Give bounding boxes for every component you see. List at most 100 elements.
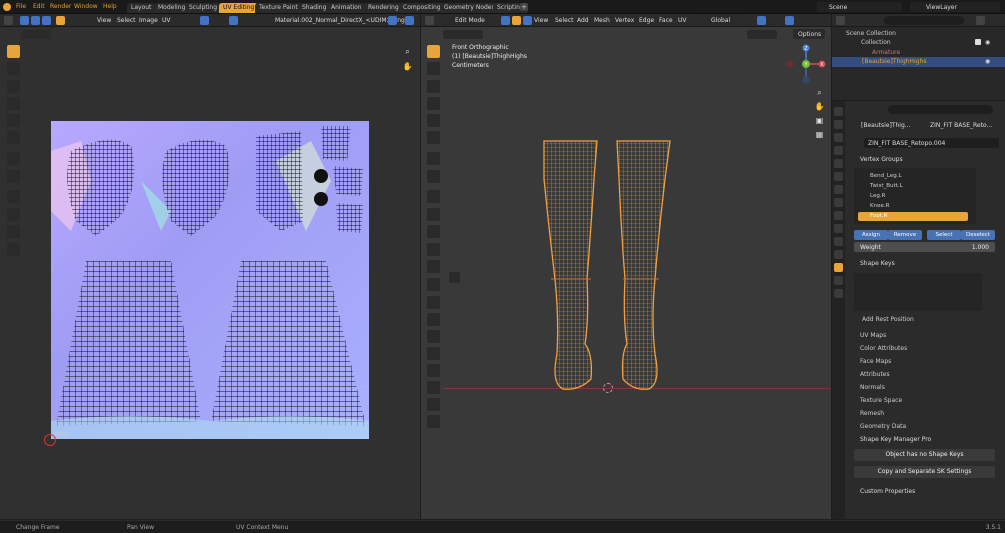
section-geometry-data[interactable]: Geometry Data xyxy=(860,423,906,430)
zoom-icon[interactable]: ⌕ xyxy=(401,45,414,58)
vp-menu-mesh[interactable]: Mesh xyxy=(594,17,610,24)
vp-menu-view[interactable]: View xyxy=(534,17,548,24)
viewport-pan-icon[interactable]: ✋ xyxy=(813,100,826,113)
outliner-thighhighs[interactable]: [Beautsie]ThighHighs xyxy=(862,56,926,68)
constraints-tab-icon[interactable] xyxy=(834,250,843,259)
vp-cursor-tool-icon[interactable] xyxy=(427,62,440,75)
uv-menu-view[interactable]: View xyxy=(97,17,111,24)
vp-menu-edge[interactable]: Edge xyxy=(639,17,654,24)
vertex-group-item[interactable]: Knee.R xyxy=(858,202,968,211)
vp-menu-face[interactable]: Face xyxy=(659,17,673,24)
vp-menu-uv[interactable]: UV xyxy=(678,17,687,24)
vp-knife-icon[interactable] xyxy=(427,278,440,291)
data-tab-icon[interactable] xyxy=(834,263,843,272)
vp-spin-icon[interactable] xyxy=(427,313,440,326)
camera-view-icon[interactable]: ▣ xyxy=(813,114,826,127)
properties-search-input[interactable] xyxy=(888,105,993,114)
cursor-tool-icon[interactable] xyxy=(7,62,20,75)
uv-menu-uv[interactable]: UV xyxy=(162,17,171,24)
vp-rip-icon[interactable] xyxy=(427,381,440,394)
sticky-select-icon[interactable] xyxy=(56,16,65,25)
sidebar-toggle-icon[interactable] xyxy=(449,272,460,283)
rip-tool-icon[interactable] xyxy=(7,170,20,183)
collection-checkbox[interactable] xyxy=(975,39,981,45)
rotate-tool-icon[interactable] xyxy=(7,97,20,110)
vp-smooth-icon[interactable] xyxy=(427,330,440,343)
object-tab-icon[interactable] xyxy=(834,198,843,207)
vp-menu-add[interactable]: Add xyxy=(577,17,589,24)
section-texture-space[interactable]: Texture Space xyxy=(860,397,902,404)
ortho-toggle-icon[interactable]: ▦ xyxy=(813,128,826,141)
world-tab-icon[interactable] xyxy=(834,172,843,181)
pivot-icon[interactable] xyxy=(200,16,209,25)
viewport-editor-type-icon[interactable] xyxy=(425,16,434,25)
section-remesh[interactable]: Remesh xyxy=(860,410,884,417)
select-mode-vertex-icon[interactable] xyxy=(20,16,29,25)
vp-annotate-tool-icon[interactable] xyxy=(427,152,440,165)
texture-tab-icon[interactable] xyxy=(834,289,843,298)
section-face-maps[interactable]: Face Maps xyxy=(860,358,891,365)
workspace-tab-geometry-nodes[interactable]: Geometry Nodes xyxy=(440,3,499,13)
image-name[interactable]: Material.002_Normal_DirectX_<UDIM>.png xyxy=(275,17,405,24)
tool-tab-icon[interactable] xyxy=(834,107,843,116)
physics-tab-icon[interactable] xyxy=(834,237,843,246)
options-button[interactable]: Options xyxy=(793,29,825,39)
select-button[interactable]: Select xyxy=(927,230,961,240)
view-layer-selector[interactable]: ViewLayer xyxy=(910,2,1000,12)
proportional-edit-icon[interactable] xyxy=(229,16,238,25)
scene-selector[interactable]: Scene xyxy=(817,2,902,12)
select-mode-face-icon[interactable] xyxy=(42,16,51,25)
menu-window[interactable]: Window xyxy=(74,3,98,10)
uv-image[interactable] xyxy=(51,121,369,439)
uv-menu-select[interactable]: Select xyxy=(117,17,136,24)
grab-tool-icon[interactable] xyxy=(7,190,20,203)
snap-icon[interactable] xyxy=(757,16,766,25)
edge-select-mode-icon[interactable] xyxy=(512,16,521,25)
workspace-tab-shading[interactable]: Shading xyxy=(298,3,331,13)
editor-type-icon[interactable] xyxy=(4,16,13,25)
proportional-editing-icon[interactable] xyxy=(785,16,794,25)
workspace-tab-modeling[interactable]: Modeling xyxy=(154,3,190,13)
face-select-mode-icon[interactable] xyxy=(523,16,532,25)
vp-menu-select[interactable]: Select xyxy=(555,17,574,24)
vp-extra-icon[interactable] xyxy=(427,398,440,411)
deselect-button[interactable]: Deselect xyxy=(961,230,995,240)
scale-tool-icon[interactable] xyxy=(7,114,20,127)
mode-selector[interactable]: Edit Mode xyxy=(441,15,493,26)
section-attributes[interactable]: Attributes xyxy=(860,371,890,378)
menu-edit[interactable]: Edit xyxy=(33,3,45,10)
workspace-tab-rendering[interactable]: Rendering xyxy=(364,3,403,13)
outliner-editor-type-icon[interactable] xyxy=(836,16,845,25)
vp-measure-tool-icon[interactable] xyxy=(427,170,440,183)
workspace-tab-compositing[interactable]: Compositing xyxy=(399,3,445,13)
vp-rotate-tool-icon[interactable] xyxy=(427,97,440,110)
custom-properties-header[interactable]: Custom Properties xyxy=(860,488,915,495)
visibility-eye-icon[interactable]: ◉ xyxy=(985,39,990,46)
view-layer-tab-icon[interactable] xyxy=(834,146,843,155)
weight-field[interactable]: Weight 1.000 xyxy=(854,242,995,252)
workspace-tab-sculpting[interactable]: Sculpting xyxy=(185,3,222,13)
select-mode-edge-icon[interactable] xyxy=(31,16,40,25)
vp-scale-tool-icon[interactable] xyxy=(427,114,440,127)
viewport-select-tools[interactable] xyxy=(443,30,483,39)
workspace-tab-animation[interactable]: Animation xyxy=(327,3,366,13)
workspace-tab-layout[interactable]: Layout xyxy=(127,3,156,13)
vertex-select-mode-icon[interactable] xyxy=(501,16,510,25)
vp-add-cube-icon[interactable] xyxy=(427,190,440,203)
section-uv-maps[interactable]: UV Maps xyxy=(860,332,886,339)
vp-extrude-icon[interactable] xyxy=(427,208,440,221)
vp-inset-icon[interactable] xyxy=(427,225,440,238)
add-workspace-icon[interactable]: + xyxy=(520,3,528,11)
vertex-group-item[interactable]: Bend_Leg.L xyxy=(858,172,968,181)
menu-render[interactable]: Render xyxy=(50,3,71,10)
hand-pan-icon[interactable]: ✋ xyxy=(401,60,414,73)
uv-sync-buttons[interactable] xyxy=(22,30,50,39)
viewport-zoom-icon[interactable]: ⌕ xyxy=(813,86,826,99)
vp-shrink-icon[interactable] xyxy=(427,347,440,360)
vertex-group-item[interactable]: Leg.R xyxy=(858,192,968,201)
copy-separate-button[interactable]: Copy and Separate SK Settings xyxy=(854,466,995,478)
mesh-name-field[interactable]: ZIN_FIT BASE_Retopo.004 xyxy=(864,138,999,148)
render-tab-icon[interactable] xyxy=(834,120,843,129)
blender-logo-icon[interactable] xyxy=(3,3,11,11)
vp-select-tool-icon[interactable] xyxy=(427,45,440,58)
